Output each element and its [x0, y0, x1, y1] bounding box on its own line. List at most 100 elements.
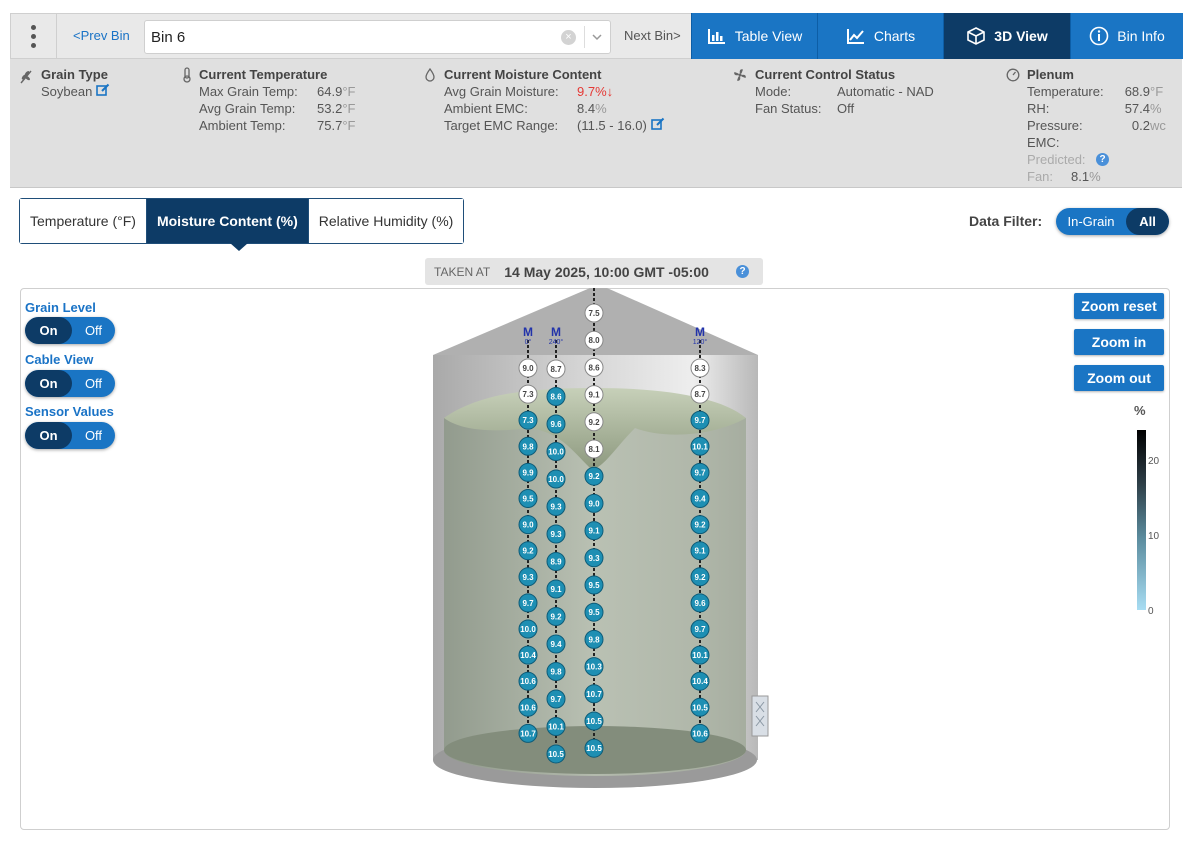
sensor-value: 10.7: [520, 729, 536, 738]
sensor-value: 9.1: [550, 585, 562, 594]
sensor-value: 8.3: [694, 364, 706, 373]
bin-info-strip: Grain Type Soybean Current Temperature M…: [10, 59, 1182, 188]
tab-charts[interactable]: Charts: [817, 13, 943, 59]
max-grain-temp-value: 64.9: [317, 84, 343, 99]
plenum-title: Plenum: [1027, 67, 1074, 82]
sensor-value: 8.7: [550, 365, 562, 374]
chevron-down-icon[interactable]: [588, 28, 606, 46]
sensor-value: 9.7: [550, 695, 562, 704]
taken-at-label: TAKEN AT: [434, 264, 491, 279]
cable-view-label: Cable View: [25, 352, 94, 367]
grain-type-value: Soybean: [41, 84, 93, 99]
scale-tick-10: 10: [1148, 531, 1160, 542]
grain-level-on[interactable]: On: [25, 317, 72, 344]
tab-bin-info-label: Bin Info: [1117, 28, 1165, 44]
temp-unit: °F: [342, 101, 356, 116]
cable-view-toggle[interactable]: On Off: [25, 370, 115, 397]
sensor-values-label: Sensor Values: [25, 404, 114, 419]
top-bar: <Prev Bin Bin 6 × Next Bin> Table View C…: [10, 13, 1183, 59]
sensor-value: 7.5: [588, 309, 600, 318]
sensor-value: 9.3: [588, 554, 600, 563]
data-filter-toggle[interactable]: In-Grain All: [1056, 208, 1169, 235]
sensor-value: 9.1: [588, 391, 600, 400]
sensor-value: 9.1: [694, 547, 706, 556]
predicted-label: Predicted:: [1027, 152, 1086, 167]
help-icon[interactable]: ?: [1096, 153, 1109, 166]
next-bin-link[interactable]: Next Bin>: [624, 28, 681, 43]
sensor-value: 9.3: [550, 530, 562, 539]
sensor-value: 10.1: [548, 723, 564, 732]
zoom-in-button[interactable]: Zoom in: [1074, 329, 1164, 355]
clear-icon[interactable]: ×: [561, 30, 576, 45]
sensor-value: 10.6: [520, 703, 536, 712]
sensor-value: 9.7: [694, 468, 706, 477]
tab-table-view[interactable]: Table View: [691, 13, 817, 59]
temperature-group: Current Temperature Max Grain Temp: 64.9 °…: [183, 66, 356, 134]
sensor-value: 9.2: [588, 472, 600, 481]
active-tab-caret: [230, 243, 248, 251]
avg-grain-moisture-value: 9.7%: [577, 84, 607, 99]
sensor-values-off[interactable]: Off: [72, 422, 115, 449]
tab-bin-info[interactable]: Bin Info: [1070, 13, 1183, 59]
avg-grain-moisture-label: Avg Grain Moisture:: [444, 84, 559, 99]
filter-all-option[interactable]: All: [1126, 208, 1169, 235]
grain-level-off[interactable]: Off: [72, 317, 115, 344]
sensor-values-toggle[interactable]: On Off: [25, 422, 115, 449]
tab-moisture-content[interactable]: Moisture Content (%): [145, 199, 308, 243]
sensor-value: 10.7: [586, 690, 602, 699]
sensor-value: 9.7: [694, 416, 706, 425]
edit-emc-range-icon[interactable]: [651, 117, 665, 131]
select-divider: [584, 26, 585, 48]
cable-view-off[interactable]: Off: [72, 370, 115, 397]
plenum-rh-unit: %: [1150, 101, 1162, 116]
wheat-icon: [20, 70, 32, 84]
tab-3d-view[interactable]: 3D View: [943, 13, 1070, 59]
sensor-value: 10.4: [692, 677, 708, 686]
sensor-value: 10.6: [692, 729, 708, 738]
line-chart-icon: [846, 29, 864, 44]
sensor-value: 9.6: [550, 420, 562, 429]
edit-grain-icon[interactable]: [96, 83, 110, 97]
sensor-value: 9.2: [694, 573, 706, 582]
prev-bin-link[interactable]: <Prev Bin: [73, 28, 130, 43]
sensor-value: 9.3: [522, 573, 534, 582]
sensor-value: 10.5: [548, 750, 564, 759]
ambient-temp-value: 75.7: [317, 118, 343, 133]
sensor-values-on[interactable]: On: [25, 422, 72, 449]
sensor-value: 10.6: [520, 677, 536, 686]
help-icon[interactable]: ?: [736, 265, 749, 278]
grain-type-title: Grain Type: [41, 67, 108, 82]
tab-relative-humidity[interactable]: Relative Humidity (%): [307, 199, 464, 243]
trend-down-icon: ↓: [606, 84, 614, 99]
silo-3d-model[interactable]: M0°9.07.37.39.89.99.59.09.29.39.710.010.…: [420, 288, 780, 798]
sensor-value: 9.5: [588, 581, 600, 590]
info-icon: [1089, 26, 1109, 46]
water-drop-icon: [425, 68, 435, 82]
tab-temperature[interactable]: Temperature (°F): [20, 199, 146, 243]
sensor-value: 9.7: [522, 599, 534, 608]
temperature-title: Current Temperature: [199, 67, 328, 82]
measurement-tabs: Temperature (°F) Moisture Content (%) Re…: [19, 198, 465, 244]
plenum-pressure-unit: wc: [1150, 118, 1166, 133]
sensor-value: 10.0: [520, 625, 536, 634]
sensor-value: 9.4: [550, 640, 562, 649]
plenum-temp-unit: °F: [1150, 84, 1164, 99]
gauge-icon: [1006, 68, 1020, 82]
cable-view-on[interactable]: On: [25, 370, 72, 397]
plenum-fan-unit: %: [1089, 169, 1101, 184]
sensor-value: 9.8: [588, 635, 600, 644]
sensor-value: 9.3: [550, 503, 562, 512]
zoom-out-button[interactable]: Zoom out: [1074, 365, 1164, 391]
sensor-value: 10.1: [692, 442, 708, 451]
scale-tick-20: 20: [1148, 456, 1160, 467]
grain-level-label: Grain Level: [25, 300, 96, 315]
menu-kebab-icon[interactable]: [11, 14, 57, 59]
bin-select[interactable]: Bin 6 ×: [144, 20, 611, 54]
zoom-reset-button[interactable]: Zoom reset: [1074, 293, 1164, 319]
sensor-value: 9.8: [550, 668, 562, 677]
fan-status-value: Off: [837, 101, 855, 116]
grain-level-toggle[interactable]: On Off: [25, 317, 115, 344]
sensor-value: 8.0: [588, 336, 600, 345]
filter-in-grain-option[interactable]: In-Grain: [1056, 208, 1126, 235]
cable-marker-label: M: [523, 325, 533, 339]
